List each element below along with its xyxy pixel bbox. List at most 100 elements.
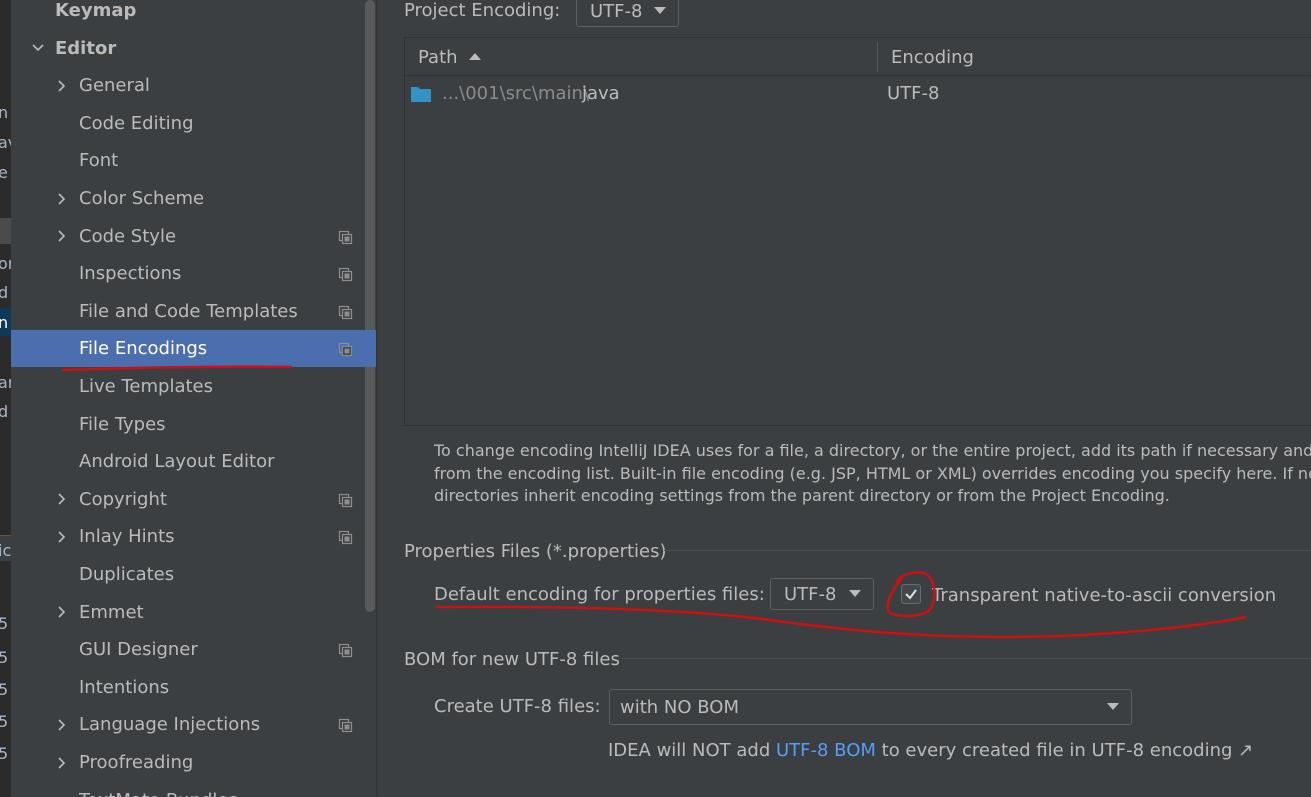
edge-highlight (0, 218, 11, 244)
utf8-bom-link[interactable]: UTF-8 BOM (776, 740, 876, 761)
chevron-right-icon[interactable] (55, 756, 69, 770)
sidebar-item-label: TextMate Bundles (79, 790, 238, 797)
default-encoding-label: Default encoding for properties files: (434, 584, 765, 605)
sidebar-item-label: Editor (55, 37, 117, 59)
sidebar-item-label: Color Scheme (79, 188, 205, 209)
sidebar-item-copyright[interactable]: Copyright (11, 481, 376, 518)
sidebar-item-label: Duplicates (79, 564, 175, 585)
chevron-right-icon[interactable] (55, 530, 69, 544)
project-scope-icon (338, 229, 353, 244)
project-scope-icon (338, 529, 353, 545)
sidebar-item-label: Code Style (79, 225, 177, 247)
sidebar-item-gui-designer[interactable]: GUI Designer (11, 631, 376, 668)
create-utf8-value: with NO BOM (620, 696, 739, 718)
default-encoding-value: UTF-8 (784, 583, 837, 605)
sidebar-item-editor[interactable]: Editor (11, 30, 376, 67)
checkmark-icon (905, 589, 917, 600)
chevron-right-icon[interactable] (55, 605, 69, 619)
sidebar-item-label: Proofreading (79, 752, 194, 773)
bom-note: IDEA will NOT add UTF-8 BOM to every cre… (608, 740, 1253, 761)
help-text-line: directories inherit encoding settings fr… (434, 486, 1170, 505)
sidebar-item-language-injections[interactable]: Language Injections (11, 706, 376, 743)
background-editor-edge: n av e or d n ar d ic 5 5 5 5 5 (0, 0, 11, 797)
column-header-encoding[interactable]: Encoding (891, 47, 974, 68)
sidebar-item-label: Intentions (79, 676, 170, 698)
project-encoding-value: UTF-8 (590, 1, 643, 22)
sidebar-item-code-style[interactable]: Code Style (11, 218, 376, 255)
chevron-right-icon[interactable] (55, 492, 69, 506)
sidebar-item-file-types[interactable]: File Types (11, 406, 376, 443)
project-scope-icon (338, 642, 353, 658)
sidebar-item-keymap[interactable]: Keymap (11, 0, 376, 29)
chevron-down-icon[interactable] (31, 41, 45, 55)
default-encoding-dropdown[interactable]: UTF-8 (770, 578, 874, 610)
chevron-right-icon[interactable] (55, 718, 69, 732)
sidebar-item-live-templates[interactable]: Live Templates (11, 368, 376, 405)
project-scope-icon (338, 304, 353, 319)
sidebar-item-code-editing[interactable]: Code Editing (11, 105, 376, 142)
sidebar-item-duplicates[interactable]: Duplicates (11, 556, 376, 593)
table-row[interactable]: ...\001\src\main\ java UTF-8 (405, 76, 1311, 112)
edge-text: e (0, 163, 8, 182)
edge-text: or (0, 254, 11, 273)
sidebar-item-label: Copyright (79, 488, 167, 510)
sidebar-item-label: Font (79, 150, 119, 172)
edge-text: n (0, 313, 9, 332)
sidebar-item-proofreading[interactable]: Proofreading (11, 744, 376, 781)
column-header-path[interactable]: Path (418, 47, 458, 68)
sidebar-item-intentions[interactable]: Intentions (11, 669, 376, 706)
section-divider (622, 658, 1311, 659)
help-text: To change encoding IntelliJ IDEA uses fo… (434, 440, 1311, 508)
sidebar-item-emmet[interactable]: Emmet (11, 594, 376, 631)
edge-text: 5 (0, 614, 9, 633)
sort-ascending-icon (469, 53, 481, 60)
edge-text: 5 (0, 648, 9, 667)
column-divider[interactable] (877, 42, 878, 72)
sidebar-item-label: File and Code Templates (79, 300, 298, 322)
sidebar-item-inlay-hints[interactable]: Inlay Hints (11, 518, 376, 555)
chevron-right-icon[interactable] (55, 79, 69, 93)
sidebar-item-general[interactable]: General (11, 67, 376, 104)
create-utf8-dropdown[interactable]: with NO BOM (609, 689, 1132, 725)
sidebar-item-android-layout-editor[interactable]: Android Layout Editor (11, 443, 376, 480)
sidebar-item-label: GUI Designer (79, 639, 198, 661)
encoding-table: Path Encoding ...\001\src\main\ java UTF… (404, 37, 1311, 426)
edge-text: d (0, 283, 9, 302)
chevron-down-icon (654, 7, 666, 14)
row-encoding[interactable]: UTF-8 (887, 83, 939, 104)
chevron-right-icon[interactable] (55, 192, 69, 206)
sidebar-item-textmate-bundles[interactable]: TextMate Bundles (11, 782, 376, 797)
chevron-down-icon (849, 590, 861, 597)
edge-text: av (0, 133, 11, 152)
properties-section-title: Properties Files (*.properties) (404, 541, 667, 562)
sidebar-item-color-scheme[interactable]: Color Scheme (11, 180, 376, 217)
project-encoding-dropdown[interactable]: UTF-8 (576, 0, 679, 27)
path-prefix: ...\001\src\main\ (442, 83, 590, 104)
sidebar-item-label: Keymap (55, 0, 137, 21)
edge-text: d (0, 402, 9, 421)
edge-text: 5 (0, 744, 9, 763)
edge-text: 5 (0, 680, 9, 699)
chevron-down-icon (1107, 703, 1119, 710)
project-scope-icon (338, 266, 353, 282)
project-scope-icon (338, 492, 353, 507)
folder-icon (411, 87, 431, 102)
project-encoding-label: Project Encoding: (404, 0, 561, 21)
edge-text: 5 (0, 712, 9, 731)
sidebar-item-label: Code Editing (79, 112, 194, 134)
sidebar-item-font[interactable]: Font (11, 142, 376, 179)
sidebar-item-label: Live Templates (79, 376, 213, 397)
sidebar-item-inspections[interactable]: Inspections (11, 255, 376, 292)
edge-text: ic (0, 541, 11, 560)
sidebar-item-file-code-templates[interactable]: File and Code Templates (11, 293, 376, 330)
chevron-right-icon[interactable] (55, 229, 69, 243)
table-header: Path Encoding (405, 38, 1311, 76)
sidebar-item-file-encodings[interactable]: File Encodings (11, 330, 376, 368)
path-name: java (582, 83, 620, 104)
sidebar-item-label: Emmet (79, 601, 144, 623)
transparent-conversion-checkbox[interactable] (901, 584, 921, 604)
sidebar-item-label: Language Injections (79, 714, 261, 736)
transparent-conversion-label[interactable]: Transparent native-to-ascii conversion (932, 585, 1276, 606)
edge-text: n (0, 103, 9, 122)
help-text-line: To change encoding IntelliJ IDEA uses fo… (434, 441, 1311, 460)
